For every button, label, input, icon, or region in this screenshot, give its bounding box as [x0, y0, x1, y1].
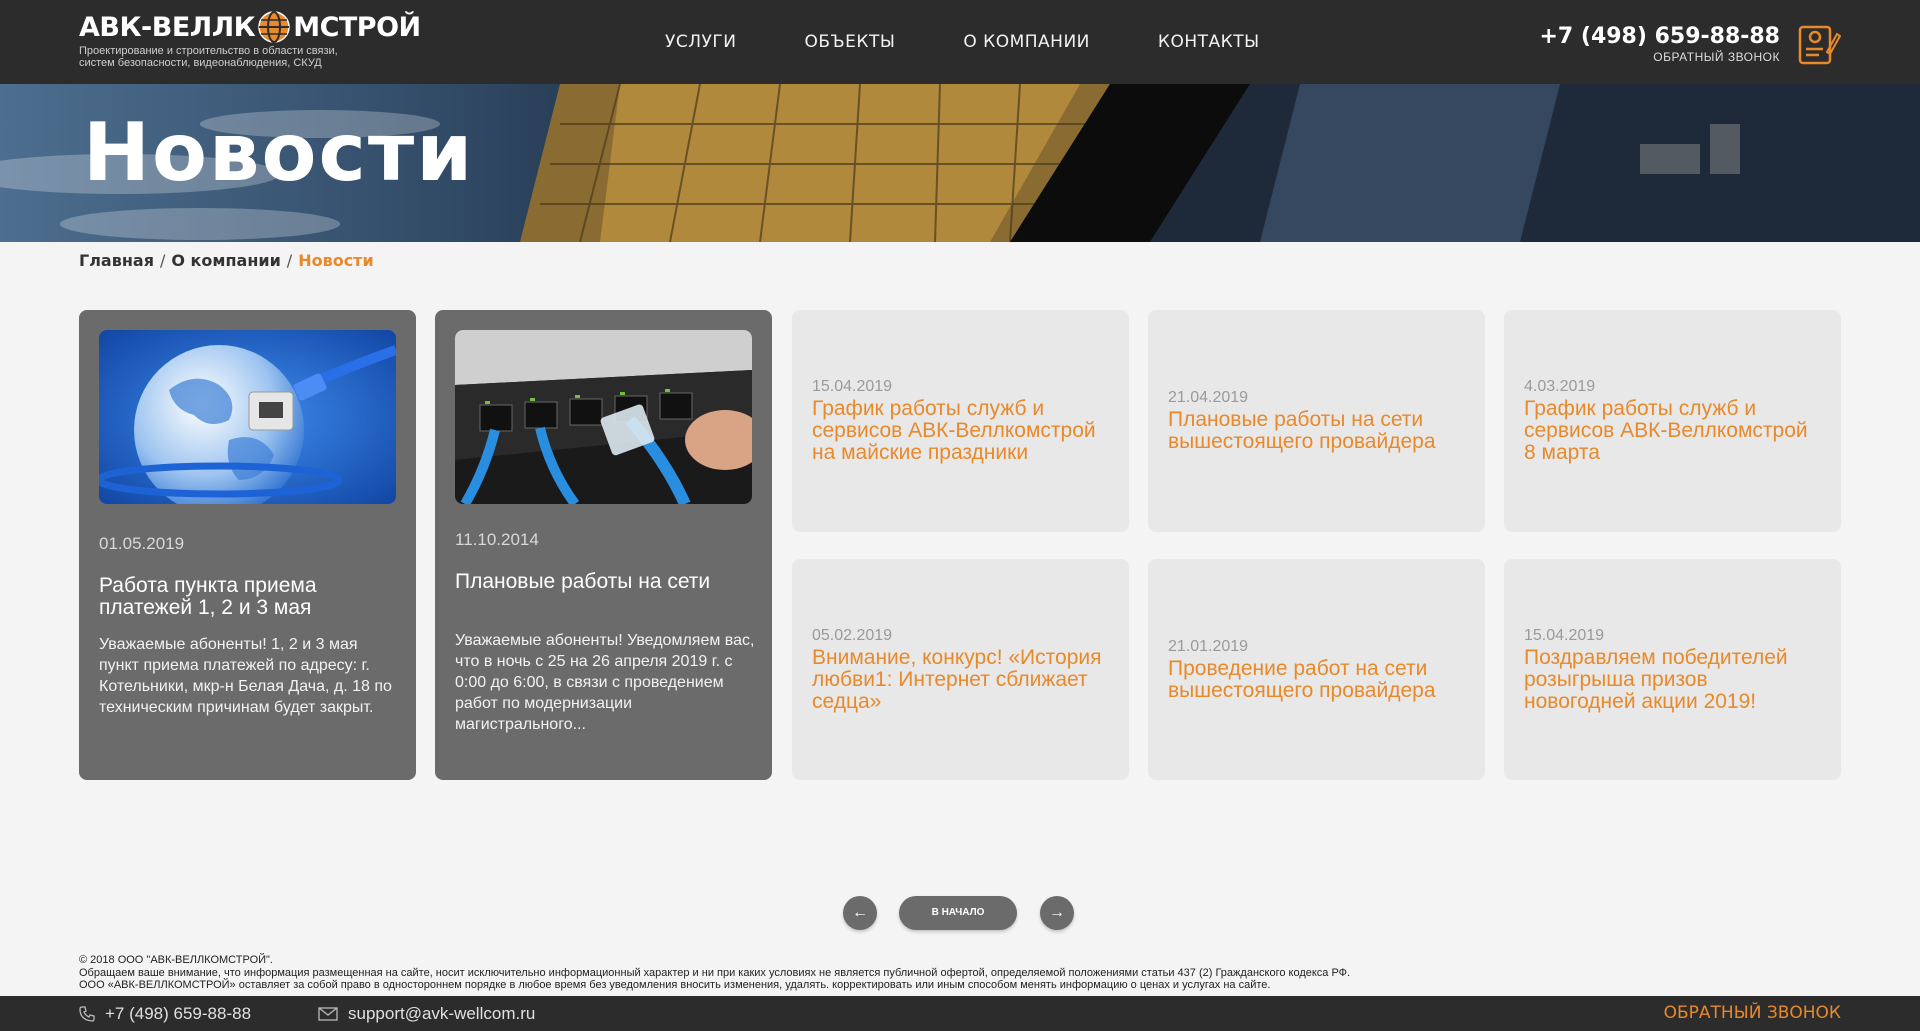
logo-text-left: АВК-ВЕЛЛК [79, 11, 256, 43]
breadcrumb-about[interactable]: О компании [171, 251, 280, 270]
logo-tagline-line-1: Проектирование и строительство в области… [79, 45, 338, 57]
footer-callback-link[interactable]: ОБРАТНЫЙ ЗВОНОК [1664, 996, 1841, 1031]
news-card-excerpt: Уважаемые абоненты! 1, 2 и 3 мая пункт п… [99, 636, 392, 716]
news-card-excerpt: Уважаемые абоненты! Уведомляем вас, что … [455, 632, 755, 733]
breadcrumb-separator: / [286, 251, 293, 270]
news-card[interactable]: 05.02.2019 Внимание, конкурс! «История л… [792, 559, 1129, 780]
footer-phone[interactable]: +7 (498) 659-88-88 [79, 996, 251, 1031]
news-card-date: 21.04.2019 [1168, 389, 1249, 406]
header: АВК-ВЕЛЛК МСТРОЙ Проектирование и строит… [0, 0, 1920, 84]
news-card[interactable]: 15.04.2019 График работы служб и сервисо… [792, 310, 1129, 532]
copyright: © 2018 ООО "АВК-ВЕЛЛКОМСТРОЙ". [79, 954, 273, 966]
nav-item-about[interactable]: О КОМПАНИИ [963, 32, 1090, 52]
news-card-title[interactable]: Плановые работы на сети [455, 571, 756, 593]
pager-start-button[interactable]: В НАЧАЛО [899, 896, 1017, 930]
news-card[interactable]: 21.04.2019 Плановые работы на сети вышес… [1148, 310, 1485, 532]
news-card-title[interactable]: Плановые работы на сети вышестоящего про… [1168, 409, 1469, 453]
pager-next-button[interactable]: → [1040, 896, 1074, 930]
news-card-date: 05.02.2019 [812, 626, 893, 644]
callback-form-icon[interactable] [1797, 22, 1841, 66]
logo-text-right: МСТРОЙ [293, 11, 421, 43]
news-card-date: 15.04.2019 [1524, 626, 1605, 644]
arrow-left-icon: ← [852, 904, 868, 921]
logo[interactable]: АВК-ВЕЛЛК МСТРОЙ Проектирование и строит… [79, 10, 421, 69]
breadcrumb: Главная / О компании / Новости [79, 251, 374, 270]
breadcrumb-home[interactable]: Главная [79, 251, 154, 270]
news-card-image [99, 330, 396, 504]
news-card-title[interactable]: График работы служб и сервисов АВК-Веллк… [812, 398, 1113, 464]
header-contact: +7 (498) 659-88-88 ОБРАТНЫЙ ЗВОНОК [1539, 24, 1780, 64]
news-card-image [455, 330, 752, 504]
breadcrumb-separator: / [159, 251, 166, 270]
news-card-title[interactable]: Внимание, конкурс! «История любви1: Инте… [812, 646, 1113, 713]
legal-notice: © 2018 ООО "АВК-ВЕЛЛКОМСТРОЙ". Обращаем … [79, 954, 1859, 992]
globe-icon [258, 11, 290, 43]
news-card-date: 01.05.2019 [99, 534, 185, 553]
news-card[interactable]: 21.01.2019 Проведение работ на сети выше… [1148, 559, 1485, 780]
legal-disclaimer-2: ООО «АВК-ВЕЛЛКОМСТРОЙ» оставляет за собо… [79, 979, 1271, 991]
header-callback-link[interactable]: ОБРАТНЫЙ ЗВОНОК [1539, 50, 1780, 64]
news-card[interactable]: 15.04.2019 Поздравляем победителей розыг… [1504, 559, 1841, 780]
news-card-date: 4.03.2019 [1524, 378, 1596, 395]
hero-banner: Новости [0, 84, 1920, 242]
news-card-title[interactable]: График работы служб и сервисов АВК-Веллк… [1524, 398, 1825, 464]
page-title: Новости [83, 106, 475, 199]
footer-email[interactable]: support@avk-wellcom.ru [318, 996, 535, 1031]
news-card-title[interactable]: Поздравляем победителей розыгрыша призов… [1524, 646, 1825, 713]
news-card[interactable]: 4.03.2019 График работы служб и сервисов… [1504, 310, 1841, 532]
news-card-date: 11.10.2014 [455, 530, 539, 549]
legal-disclaimer-1: Обращаем ваше внимание, что информация р… [79, 966, 1351, 979]
mail-icon [318, 1006, 338, 1021]
breadcrumb-current: Новости [298, 251, 374, 270]
footer-bar: +7 (498) 659-88-88 support@avk-wellcom.r… [0, 996, 1920, 1031]
footer-phone-text[interactable]: +7 (498) 659-88-88 [105, 1004, 251, 1024]
logo-tagline: Проектирование и строительство в области… [79, 45, 409, 69]
news-card-title[interactable]: Проведение работ на сети вышестоящего пр… [1168, 657, 1469, 702]
main-nav: УСЛУГИ ОБЪЕКТЫ О КОМПАНИИ КОНТАКТЫ [665, 0, 1328, 84]
news-card-title[interactable]: Работа пункта приема платежей 1, 2 и 3 м… [99, 575, 400, 619]
news-card-date: 15.04.2019 [812, 378, 893, 395]
news-card-featured[interactable]: 11.10.2014 Плановые работы на сети Уважа… [435, 310, 772, 780]
header-phone[interactable]: +7 (498) 659-88-88 [1539, 24, 1780, 49]
nav-item-objects[interactable]: ОБЪЕКТЫ [804, 32, 895, 52]
news-card-featured[interactable]: 01.05.2019 Работа пункта приема платежей… [79, 310, 416, 780]
arrow-right-icon: → [1049, 904, 1065, 921]
news-card-date: 21.01.2019 [1168, 637, 1249, 655]
nav-item-services[interactable]: УСЛУГИ [665, 32, 736, 52]
nav-item-contacts[interactable]: КОНТАКТЫ [1158, 32, 1260, 52]
pager-prev-button[interactable]: ← [843, 896, 877, 930]
phone-icon [79, 1005, 95, 1022]
logo-tagline-line-2: систем безопасности, видеонаблюдения, СК… [79, 57, 322, 69]
footer-email-text[interactable]: support@avk-wellcom.ru [348, 1004, 535, 1024]
